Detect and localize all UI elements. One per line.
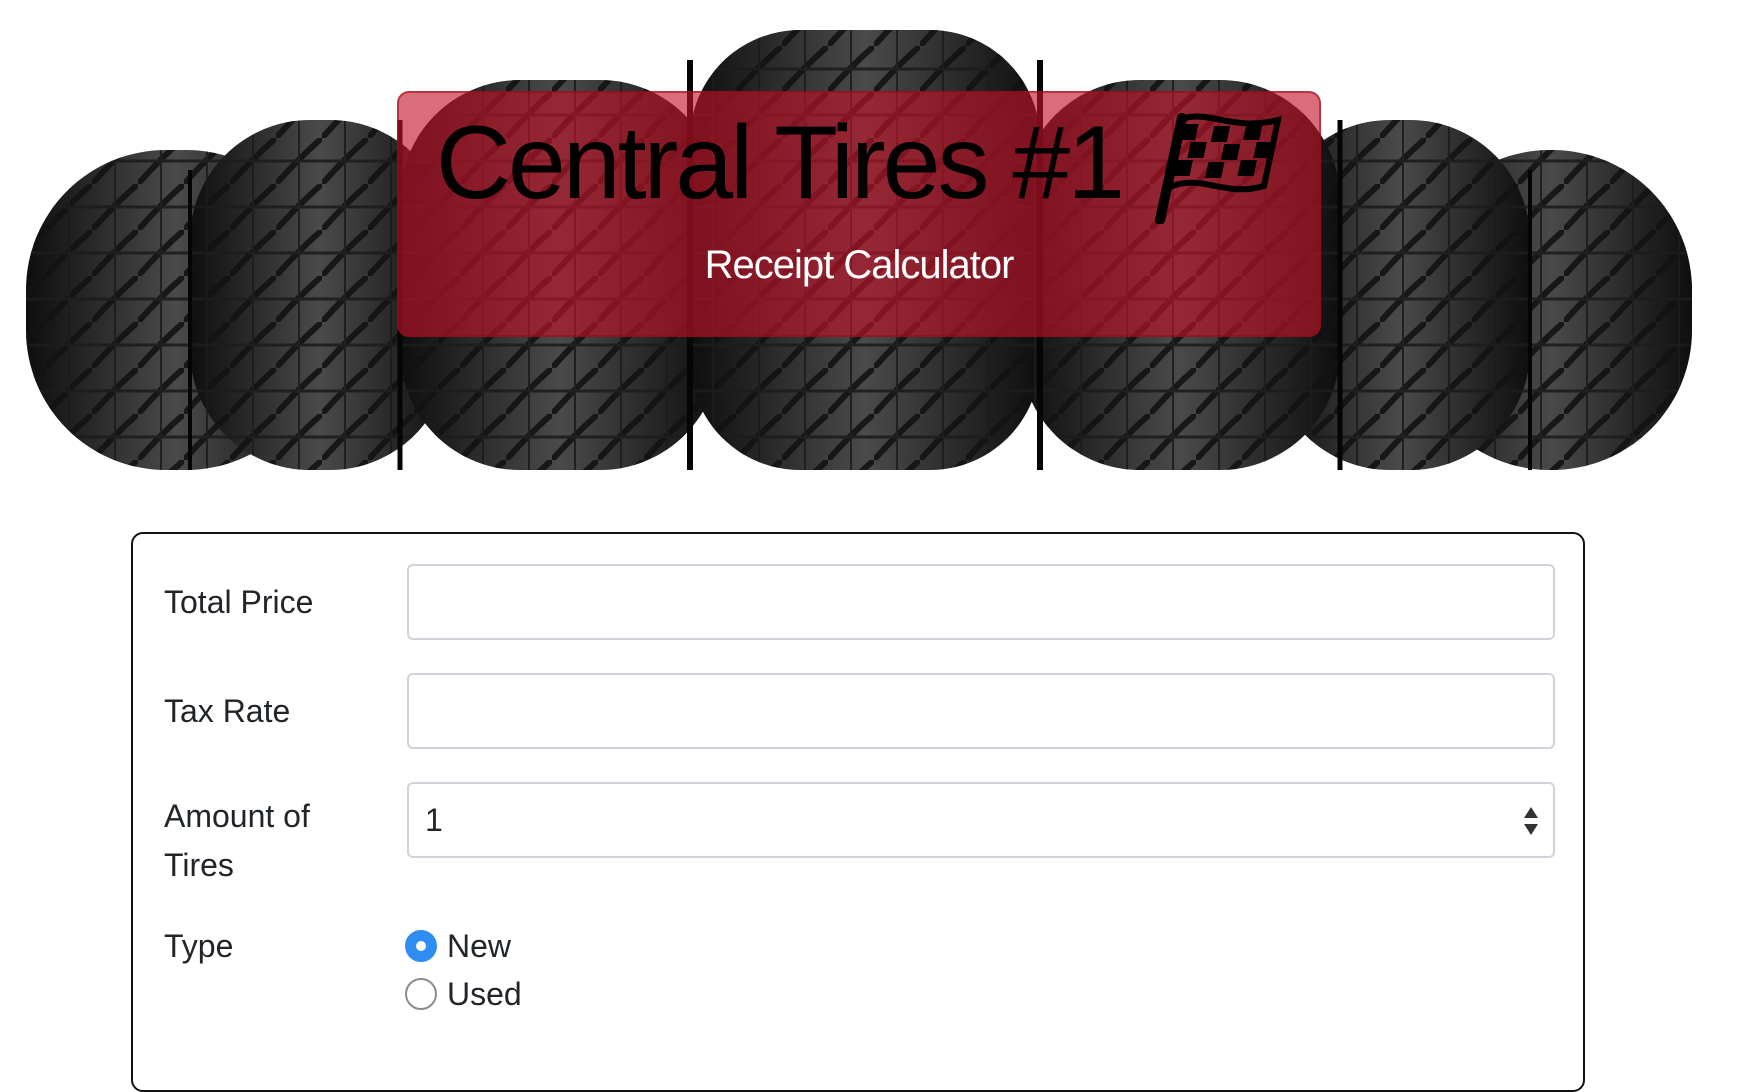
page-title: Central Tires #1 [399,103,1319,224]
hero-banner: Central Tires #1 Receipt Calculator [0,0,1738,470]
amount-of-tires-label-line2: Tires [164,847,234,883]
type-radio-group: New Used [405,922,522,1018]
radio-used-unchecked[interactable] [405,978,437,1010]
type-option-used[interactable]: Used [405,970,522,1018]
spinner-arrows-icon[interactable] [1523,806,1539,836]
tax-rate-label: Tax Rate [164,693,291,729]
total-price-label: Total Price [164,584,314,620]
amount-of-tires-label: Amount of Tires [164,792,364,890]
type-option-used-label: Used [447,975,522,1012]
amount-of-tires-stepper[interactable]: 1 [407,782,1555,858]
type-label: Type [164,928,234,964]
amount-of-tires-value: 1 [425,802,443,838]
total-price-input[interactable] [407,564,1555,640]
checkered-flag-icon [1155,113,1282,224]
radio-new-checked[interactable] [405,930,437,962]
hero-jumbotron: Central Tires #1 Receipt Calculator [397,91,1321,337]
page-title-text: Central Tires #1 [435,104,1125,221]
type-option-new[interactable]: New [405,922,522,970]
receipt-form-card: Total Price Tax Rate Amount of Tires 1 T… [131,532,1585,1092]
amount-of-tires-label-line1: Amount of [164,798,310,834]
page-subtitle: Receipt Calculator [704,243,1015,287]
tax-rate-input[interactable] [407,673,1555,749]
type-option-new-label: New [447,927,512,964]
